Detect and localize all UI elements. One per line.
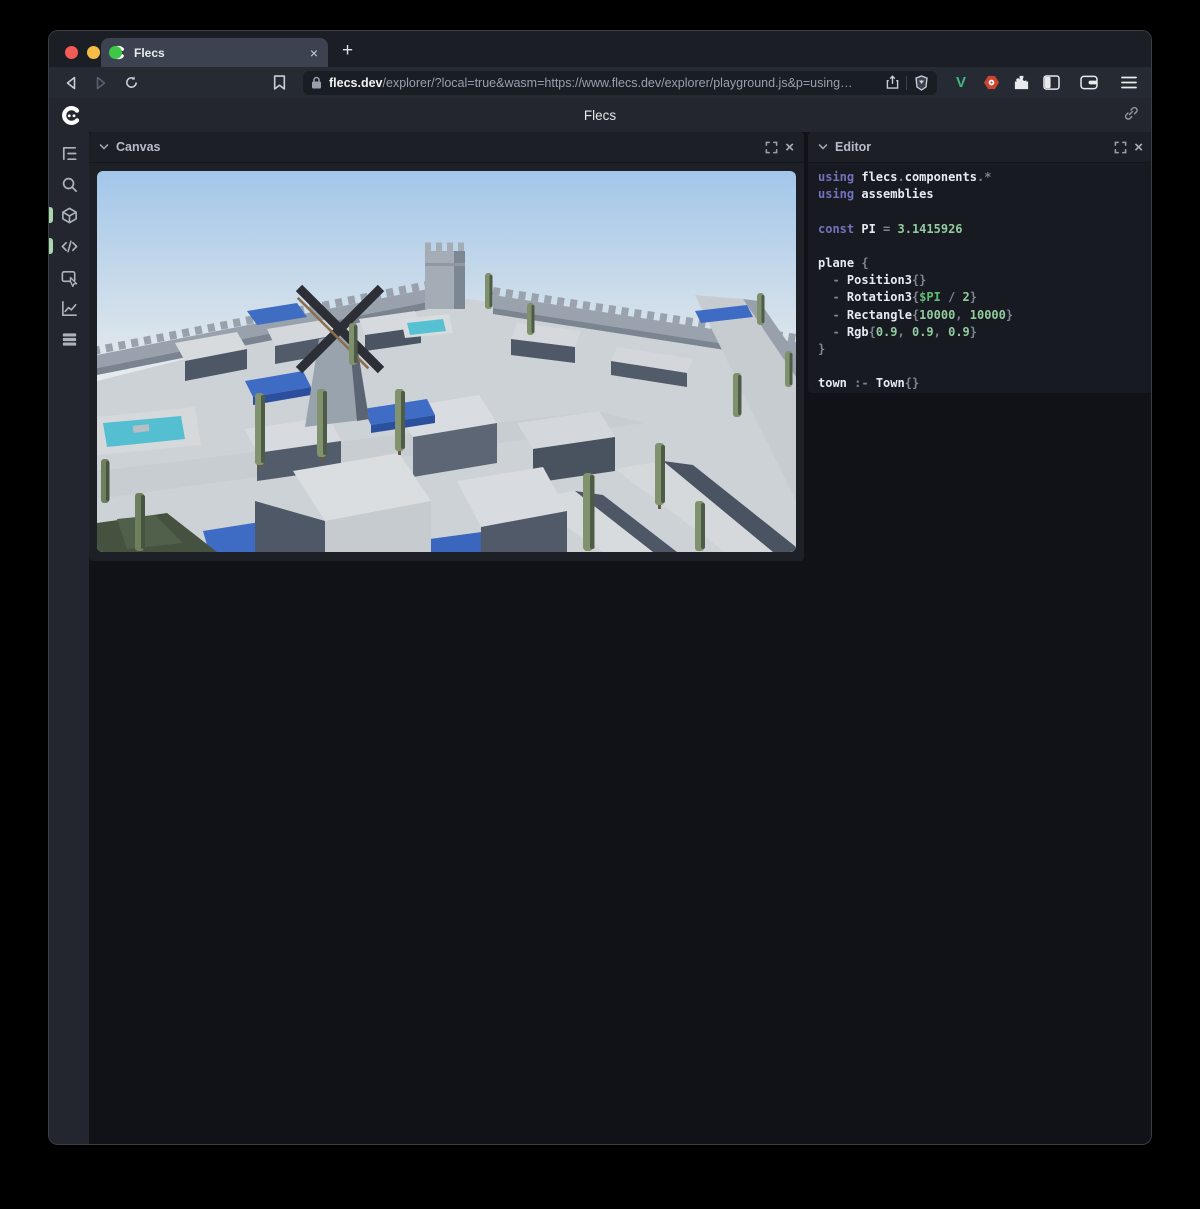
sidebar-toggle-icon[interactable] [1039, 72, 1063, 94]
share-icon[interactable] [886, 75, 899, 90]
lock-icon [311, 76, 322, 89]
bookmark-icon[interactable] [267, 71, 291, 95]
wallet-icon[interactable] [1077, 72, 1101, 94]
close-window-button[interactable] [65, 46, 78, 59]
canvas-panel-title: Canvas [116, 140, 160, 154]
rows-icon [60, 330, 79, 349]
red-extension-icon[interactable] [979, 72, 1003, 94]
workspace: Canvas × [89, 132, 1151, 1145]
fullscreen-icon[interactable] [1114, 141, 1127, 154]
sidebar-item-editor[interactable] [49, 235, 89, 257]
traffic-lights [65, 46, 122, 59]
sidebar-item-stats[interactable] [49, 297, 89, 319]
sidebar-item-tables[interactable] [49, 328, 89, 350]
search-icon [60, 175, 79, 194]
town-3d-scene [97, 171, 796, 552]
code-editor-area[interactable]: using flecs.components.*using assemblies… [808, 163, 1152, 393]
sidebar-item-entities[interactable] [49, 204, 89, 226]
fullscreen-icon[interactable] [765, 141, 778, 154]
canvas-3d-viewport[interactable] [97, 171, 796, 552]
canvas-panel: Canvas × [89, 132, 804, 561]
chevron-down-icon[interactable] [818, 142, 828, 152]
zoom-window-button[interactable] [109, 46, 122, 59]
chart-icon [60, 299, 79, 318]
sidebar [49, 132, 89, 1145]
reload-icon[interactable] [119, 71, 143, 95]
minimize-window-button[interactable] [87, 46, 100, 59]
forward-icon[interactable] [89, 71, 113, 95]
active-indicator [49, 238, 53, 254]
tab-title: Flecs [134, 46, 165, 60]
url-bar[interactable]: flecs.dev/explorer/?local=true&wasm=http… [303, 71, 937, 95]
brave-shield-icon[interactable] [914, 75, 929, 91]
browser-tab-flecs[interactable]: Flecs × [101, 38, 328, 67]
browser-window: Flecs × + flecs.dev/explorer/?local=true… [48, 30, 1152, 1145]
code-block: using flecs.components.*using assemblies… [818, 169, 1152, 393]
back-icon[interactable] [59, 71, 83, 95]
chevron-down-icon[interactable] [99, 142, 109, 152]
tab-close-icon[interactable]: × [310, 46, 318, 60]
permalink-icon[interactable] [1123, 105, 1139, 126]
app-header: Flecs [49, 98, 1151, 132]
sidebar-item-search[interactable] [49, 173, 89, 195]
code-icon [60, 237, 79, 256]
browser-toolbar: flecs.dev/explorer/?local=true&wasm=http… [49, 67, 1151, 98]
close-icon[interactable]: × [785, 140, 794, 155]
url-host: flecs.dev [329, 76, 383, 90]
active-indicator [49, 207, 53, 223]
sidebar-item-tree[interactable] [49, 142, 89, 164]
page-title: Flecs [49, 108, 1151, 123]
cube-icon [60, 206, 79, 225]
editor-panel: Editor × using flecs.components.*using a… [808, 132, 1152, 393]
url-path: /explorer/?local=true&wasm=https://www.f… [383, 76, 853, 90]
new-tab-button[interactable]: + [342, 40, 353, 62]
url-text: flecs.dev/explorer/?local=true&wasm=http… [329, 76, 879, 90]
inspect-icon [60, 268, 79, 287]
tower [425, 247, 465, 309]
close-icon[interactable]: × [1134, 140, 1143, 155]
divider [906, 76, 907, 90]
editor-panel-title: Editor [835, 140, 871, 154]
tab-bar: Flecs × + [49, 31, 1151, 67]
menu-icon[interactable] [1117, 72, 1141, 94]
puzzle-extension-icon[interactable] [1009, 72, 1033, 94]
vue-extension-icon[interactable]: V [949, 72, 973, 94]
sidebar-item-inspect[interactable] [49, 266, 89, 288]
